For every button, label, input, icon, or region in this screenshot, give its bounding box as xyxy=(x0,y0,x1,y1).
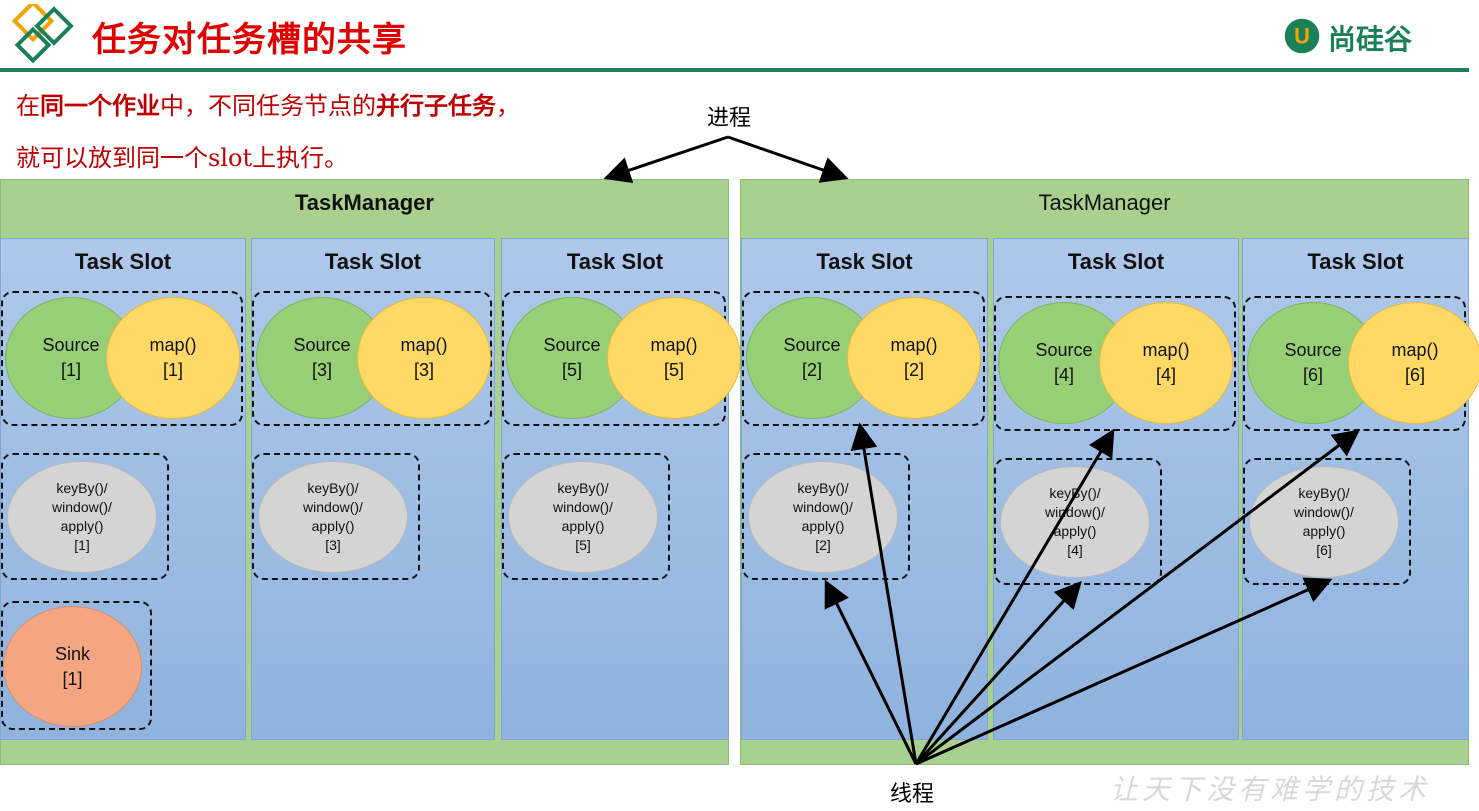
keyby-operator-text: window()/ xyxy=(1294,504,1354,520)
map-operator-text: map() xyxy=(1142,340,1190,360)
keyby-window-apply-operator: keyBy()/ window()/ apply() [1] xyxy=(7,461,157,573)
keyby-operator-text: keyBy()/ xyxy=(307,480,359,496)
keyby-operator-text: window()/ xyxy=(52,499,112,515)
map-operator-text: [4] xyxy=(1155,365,1176,385)
thread-label: 线程 xyxy=(890,782,935,807)
source-operator-text: [4] xyxy=(1053,365,1074,385)
source-operator-text: [2] xyxy=(801,360,822,380)
keyby-operator-text: apply() xyxy=(561,518,605,534)
keyby-operator-text: window()/ xyxy=(553,499,613,515)
keyby-operator-text: keyBy()/ xyxy=(56,480,108,496)
sink-operator: Sink [1] xyxy=(3,606,142,727)
keyby-operator-text: [2] xyxy=(815,537,831,553)
source-operator-text: [1] xyxy=(60,360,81,380)
task-slot-title: Task Slot xyxy=(1307,249,1404,274)
process-arrow-left xyxy=(603,135,729,184)
source-operator-text: Source xyxy=(543,335,601,355)
keyby-operator-text: keyBy()/ xyxy=(797,480,849,496)
map-operator-text: [6] xyxy=(1404,365,1425,385)
task-slot-title: Task Slot xyxy=(816,249,913,274)
page-title: 任务对任务槽的共享 xyxy=(92,20,407,60)
keyby-operator-text: window()/ xyxy=(1045,504,1105,520)
keyby-operator-text: [1] xyxy=(74,537,90,553)
keyby-operator-text: keyBy()/ xyxy=(1049,485,1101,501)
keyby-operator-text: keyBy()/ xyxy=(1298,485,1350,501)
map-operator-text: map() xyxy=(890,335,938,355)
header-diamond-logo-icon xyxy=(11,4,74,64)
map-operator: map() [2] xyxy=(847,297,981,419)
header-divider xyxy=(0,68,1469,72)
process-label: 进程 xyxy=(707,106,752,131)
map-operator-text: [2] xyxy=(903,360,924,380)
keyby-window-apply-operator: keyBy()/ window()/ apply() [4] xyxy=(1000,466,1150,578)
brand-logo-letter: U xyxy=(1294,23,1310,48)
task-slot-title: Task Slot xyxy=(1067,249,1165,274)
task-manager-title: TaskManager xyxy=(1038,190,1171,215)
keyby-window-apply-operator: keyBy()/ window()/ apply() [3] xyxy=(258,461,408,573)
keyby-operator-text: [5] xyxy=(575,537,591,553)
keyby-operator-text: apply() xyxy=(311,518,355,534)
map-operator-text: map() xyxy=(650,335,698,355)
source-operator-text: Source xyxy=(1284,340,1342,360)
map-operator-text: map() xyxy=(1391,340,1439,360)
keyby-operator-text: window()/ xyxy=(303,499,363,515)
source-operator-text: [3] xyxy=(311,360,332,380)
map-operator-text: [5] xyxy=(663,360,684,380)
keyby-operator-text: apply() xyxy=(60,518,104,534)
map-operator-text: [3] xyxy=(413,360,434,380)
task-slot-title: Task Slot xyxy=(566,249,664,274)
sink-operator-text: [1] xyxy=(62,668,83,689)
brand-u-logo-icon: U xyxy=(1284,18,1320,54)
map-operator: map() [3] xyxy=(357,297,491,419)
intro-emphasis: 并行子任务 xyxy=(376,91,496,120)
keyby-operator-text: keyBy()/ xyxy=(557,480,609,496)
keyby-operator-text: apply() xyxy=(801,518,845,534)
keyby-operator-text: [3] xyxy=(325,537,341,553)
intro-text: 中，不同任务节点的 xyxy=(160,92,376,120)
intro-emphasis: 同一个作业 xyxy=(40,91,160,120)
map-operator: map() [6] xyxy=(1348,302,1479,424)
slogan-watermark: 让天下没有难学的技术 xyxy=(1110,773,1431,806)
source-operator-text: Source xyxy=(293,335,351,355)
process-arrow-right xyxy=(727,135,849,183)
task-slot-title: Task Slot xyxy=(74,249,172,274)
map-operator-text: [1] xyxy=(162,360,183,380)
intro-line-1: 在同一个作业中，不同任务节点的并行子任务， xyxy=(16,86,520,121)
map-operator-text: map() xyxy=(149,335,197,355)
map-operator: map() [5] xyxy=(607,297,741,419)
keyby-operator-text: [4] xyxy=(1067,542,1083,558)
sink-operator-text: Sink xyxy=(54,643,90,664)
keyby-window-apply-operator: keyBy()/ window()/ apply() [2] xyxy=(748,461,898,573)
keyby-operator-text: window()/ xyxy=(793,499,853,515)
map-operator: map() [1] xyxy=(106,297,240,419)
source-operator-text: Source xyxy=(42,335,100,355)
keyby-window-apply-operator: keyBy()/ window()/ apply() [6] xyxy=(1249,466,1399,578)
source-operator-text: [6] xyxy=(1302,365,1323,385)
keyby-operator-text: apply() xyxy=(1302,523,1346,539)
keyby-operator-text: [6] xyxy=(1316,542,1332,558)
task-slot-title: Task Slot xyxy=(324,249,422,274)
task-manager-title: TaskManager xyxy=(295,190,434,215)
keyby-operator-text: apply() xyxy=(1053,523,1097,539)
map-operator: map() [4] xyxy=(1099,302,1233,424)
brand-name: 尚硅谷 xyxy=(1328,23,1413,56)
intro-text: 在 xyxy=(16,92,40,120)
source-operator-text: [5] xyxy=(561,360,582,380)
source-operator-text: Source xyxy=(1035,340,1093,360)
keyby-window-apply-operator: keyBy()/ window()/ apply() [5] xyxy=(508,461,658,573)
intro-text: ， xyxy=(496,92,520,120)
intro-line-2: 就可以放到同一个slot上执行。 xyxy=(16,144,349,172)
source-operator-text: Source xyxy=(783,335,841,355)
map-operator-text: map() xyxy=(400,335,448,355)
